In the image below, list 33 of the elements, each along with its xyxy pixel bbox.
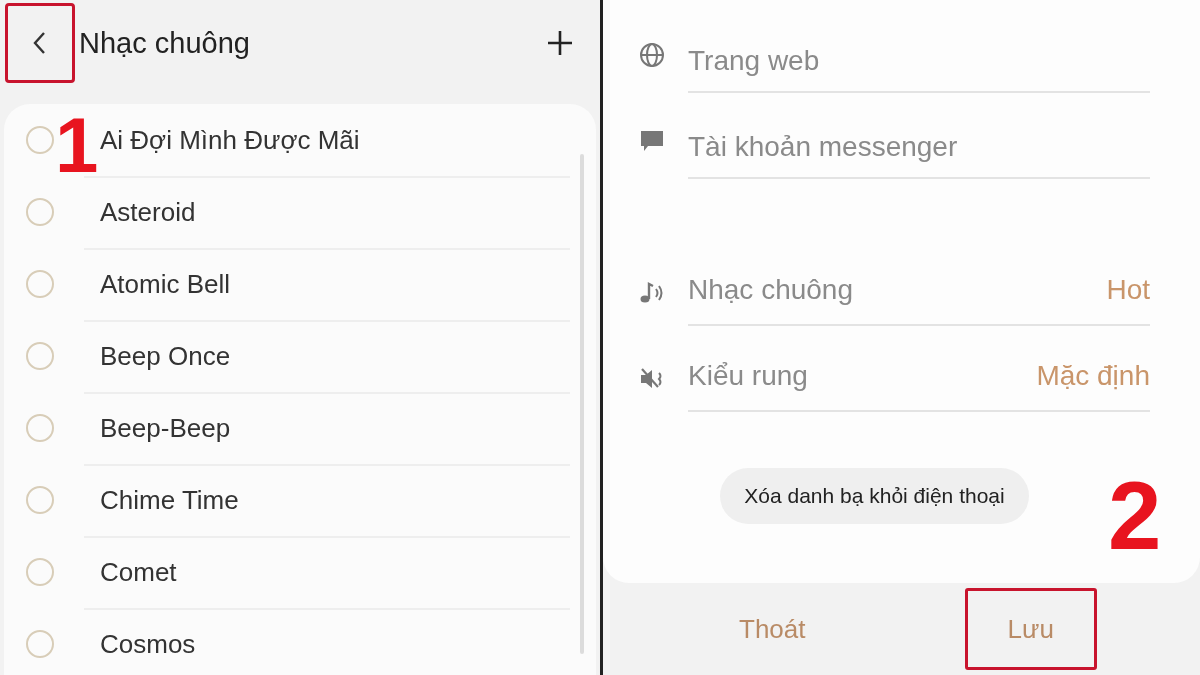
- globe-icon: [639, 42, 665, 68]
- ringtone-name: Atomic Bell: [100, 268, 231, 300]
- ringtone-name: Comet: [100, 556, 177, 588]
- action-button[interactable]: Lưu: [964, 588, 1097, 670]
- ringtone-name: Beep-Beep: [100, 412, 231, 444]
- ringtone-name: Cosmos: [100, 628, 196, 660]
- ringtone-name: Ai Đợi Mình Được Mãi: [100, 124, 360, 156]
- radio-button[interactable]: [26, 270, 54, 298]
- radio-button[interactable]: [26, 198, 54, 226]
- radio-button[interactable]: [26, 126, 54, 154]
- setting-row[interactable]: Nhạc chuông Hot: [639, 250, 1150, 336]
- text-field[interactable]: Tài khoản messenger: [688, 113, 1150, 179]
- radio-button[interactable]: [26, 486, 54, 514]
- text-field[interactable]: Trang web: [688, 27, 1150, 93]
- action-button[interactable]: Thoát: [706, 588, 839, 670]
- ringtone-name: Asteroid: [100, 196, 196, 228]
- radio-button[interactable]: [26, 630, 54, 658]
- setting-value: Mặc định: [1036, 360, 1150, 392]
- radio-button[interactable]: [26, 414, 54, 442]
- back-button[interactable]: [5, 3, 75, 83]
- setting-label: Kiểu rung: [688, 360, 808, 392]
- ringtone-name: Beep Once: [100, 340, 231, 372]
- radio-button[interactable]: [26, 558, 54, 586]
- setting-row[interactable]: Kiểu rung Mặc định: [639, 336, 1150, 422]
- step-number: 2: [1108, 468, 1162, 564]
- radio-button[interactable]: [26, 342, 54, 370]
- setting-label: Nhạc chuông: [688, 274, 853, 306]
- ringtone-name: Chime Time: [100, 484, 239, 516]
- setting-value: Hot: [1106, 274, 1150, 306]
- delete-contact-button[interactable]: Xóa danh bạ khỏi điện thoại: [720, 468, 1029, 524]
- add-icon[interactable]: [546, 29, 574, 57]
- screen-title: Nhạc chuông: [79, 26, 251, 60]
- step-number: 1: [55, 106, 99, 184]
